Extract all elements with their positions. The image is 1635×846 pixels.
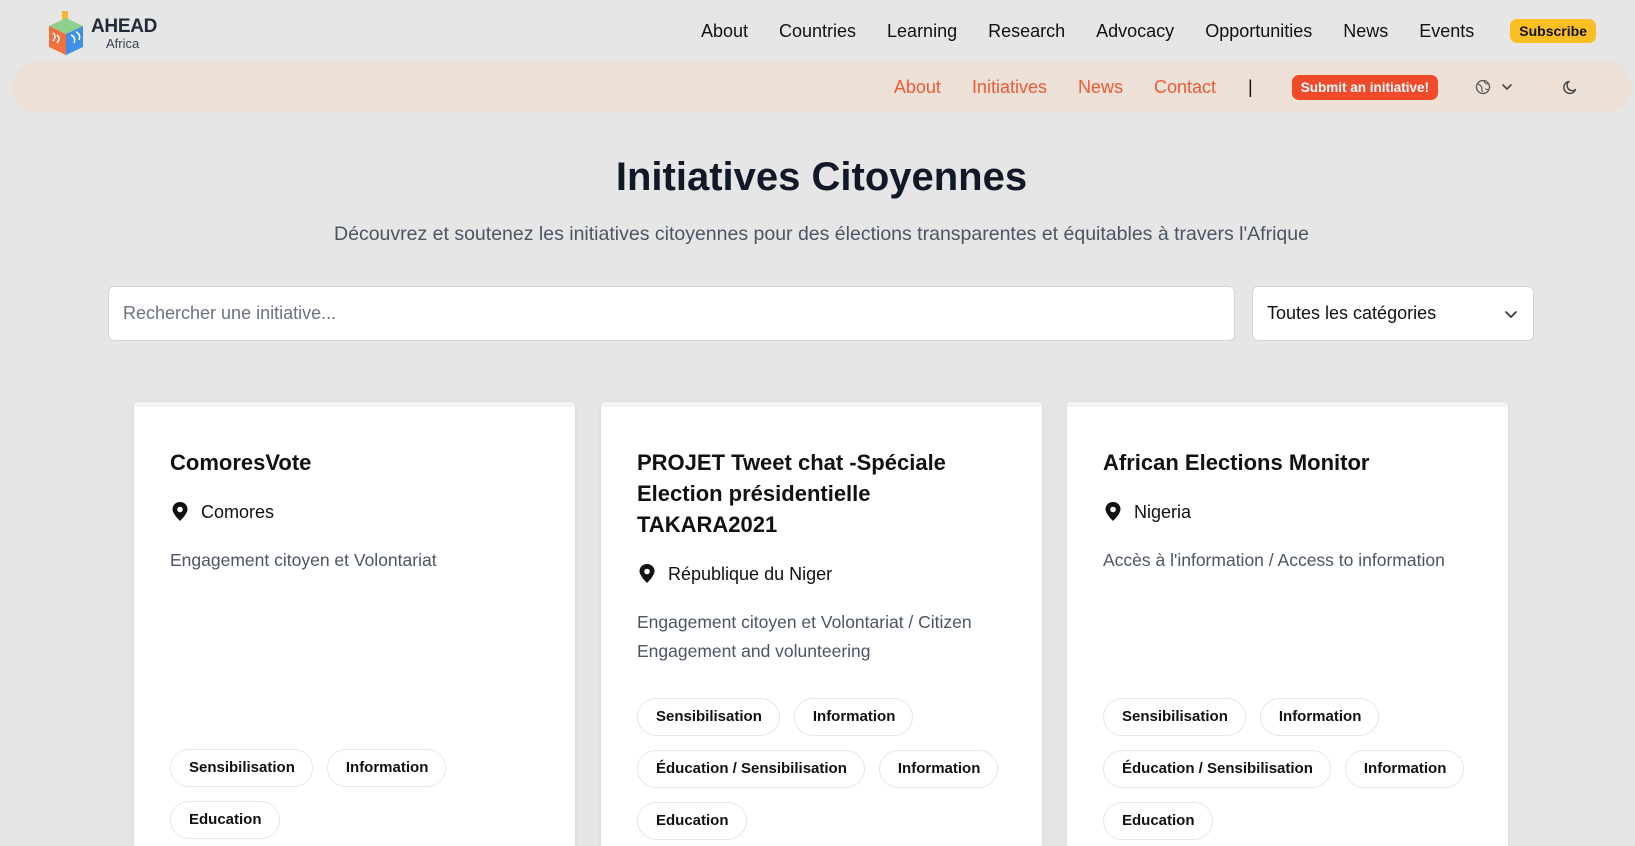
subscribe-button[interactable]: Subscribe	[1510, 19, 1596, 43]
initiative-location: République du Niger	[637, 563, 1006, 585]
nav-news[interactable]: News	[1343, 21, 1388, 42]
chevron-down-icon	[1502, 84, 1512, 91]
initiative-title[interactable]: African Elections Monitor	[1103, 447, 1472, 478]
page-subtitle: Découvrez et soutenez les initiatives ci…	[334, 223, 1309, 245]
tag-chip[interactable]: Sensibilisation	[170, 749, 313, 787]
page-title: Initiatives Citoyennes	[615, 155, 1028, 199]
initiative-description: Engagement citoyen et Volontariat / Citi…	[637, 612, 972, 661]
subnav-contact[interactable]: Contact	[1154, 77, 1216, 98]
tag-list: Sensibilisation Information Éducation / …	[637, 698, 1017, 846]
nav-about[interactable]: About	[701, 21, 748, 42]
subnav-news[interactable]: News	[1078, 77, 1123, 98]
brand-sub: Africa	[106, 35, 140, 51]
tag-chip[interactable]: Education	[170, 801, 280, 839]
initiative-location: Comores	[170, 501, 539, 523]
moon-icon	[1563, 80, 1577, 94]
nav-learning[interactable]: Learning	[887, 21, 957, 42]
nav-research[interactable]: Research	[988, 21, 1065, 42]
subnav-initiatives[interactable]: Initiatives	[972, 77, 1047, 98]
subnav-separator: |	[1248, 76, 1253, 97]
subnav-about[interactable]: About	[894, 77, 941, 98]
tag-chip[interactable]: Education	[637, 802, 747, 840]
tag-chip[interactable]: Sensibilisation	[1103, 698, 1246, 736]
theme-toggle-button[interactable]	[1562, 79, 1579, 96]
tag-chip[interactable]: Information	[878, 750, 999, 788]
nav-advocacy[interactable]: Advocacy	[1096, 21, 1174, 42]
ballot-box-logo-icon	[49, 11, 83, 55]
initiative-description: Engagement citoyen et Volontariat	[170, 550, 437, 570]
brand-name: AHEAD	[91, 15, 158, 37]
nav-countries[interactable]: Countries	[779, 21, 856, 42]
tag-chip[interactable]: Éducation / Sensibilisation	[1103, 750, 1331, 788]
location-text: Nigeria	[1134, 501, 1192, 522]
initiative-description: Accès à l'information / Access to inform…	[1103, 550, 1445, 570]
category-select-value: Toutes les catégories	[1267, 303, 1437, 323]
tag-list: Sensibilisation Information Education	[170, 749, 550, 846]
tag-chip[interactable]: Sensibilisation	[637, 698, 780, 736]
main-nav: About Countries Learning Research Advoca…	[670, 0, 1635, 62]
map-pin-icon	[1105, 502, 1121, 521]
initiative-title[interactable]: ComoresVote	[170, 447, 539, 478]
tag-chip[interactable]: Éducation / Sensibilisation	[637, 750, 865, 788]
initiatives-subnav: About Initiatives News Contact | Submit …	[12, 61, 1631, 113]
initiative-location: Nigeria	[1103, 501, 1472, 523]
tag-chip[interactable]: Education	[1103, 802, 1213, 840]
tag-chip[interactable]: Information	[1259, 698, 1380, 736]
category-select[interactable]: Toutes les catégories	[1252, 286, 1534, 341]
initiative-card[interactable]: ComoresVote Comores Engagement citoyen e…	[134, 402, 575, 846]
tag-chip[interactable]: Information	[793, 698, 914, 736]
initiative-title[interactable]: PROJET Tweet chat -Spéciale Election pré…	[637, 447, 1006, 540]
nav-opportunities[interactable]: Opportunities	[1205, 21, 1312, 42]
chevron-down-icon	[1505, 310, 1517, 318]
search-input[interactable]	[108, 286, 1235, 341]
top-header: AHEAD Africa About Countries Learning Re…	[0, 0, 1635, 62]
language-selector[interactable]	[1475, 79, 1514, 95]
map-pin-icon	[172, 502, 188, 521]
ahead-africa-logo[interactable]: AHEAD Africa	[45, 9, 157, 57]
globe-icon	[1475, 79, 1491, 95]
location-text: République du Niger	[668, 563, 833, 584]
nav-events[interactable]: Events	[1419, 21, 1474, 42]
location-text: Comores	[201, 501, 275, 522]
map-pin-icon	[639, 564, 655, 583]
tag-chip[interactable]: Information	[326, 749, 447, 787]
initiative-card[interactable]: African Elections Monitor Nigeria Accès …	[1067, 402, 1508, 846]
tag-chip[interactable]: Information	[1344, 750, 1465, 788]
submit-initiative-button[interactable]: Submit an initiative!	[1291, 74, 1438, 100]
tag-list: Sensibilisation Information Éducation / …	[1103, 698, 1483, 846]
initiative-card[interactable]: PROJET Tweet chat -Spéciale Election pré…	[601, 402, 1042, 846]
